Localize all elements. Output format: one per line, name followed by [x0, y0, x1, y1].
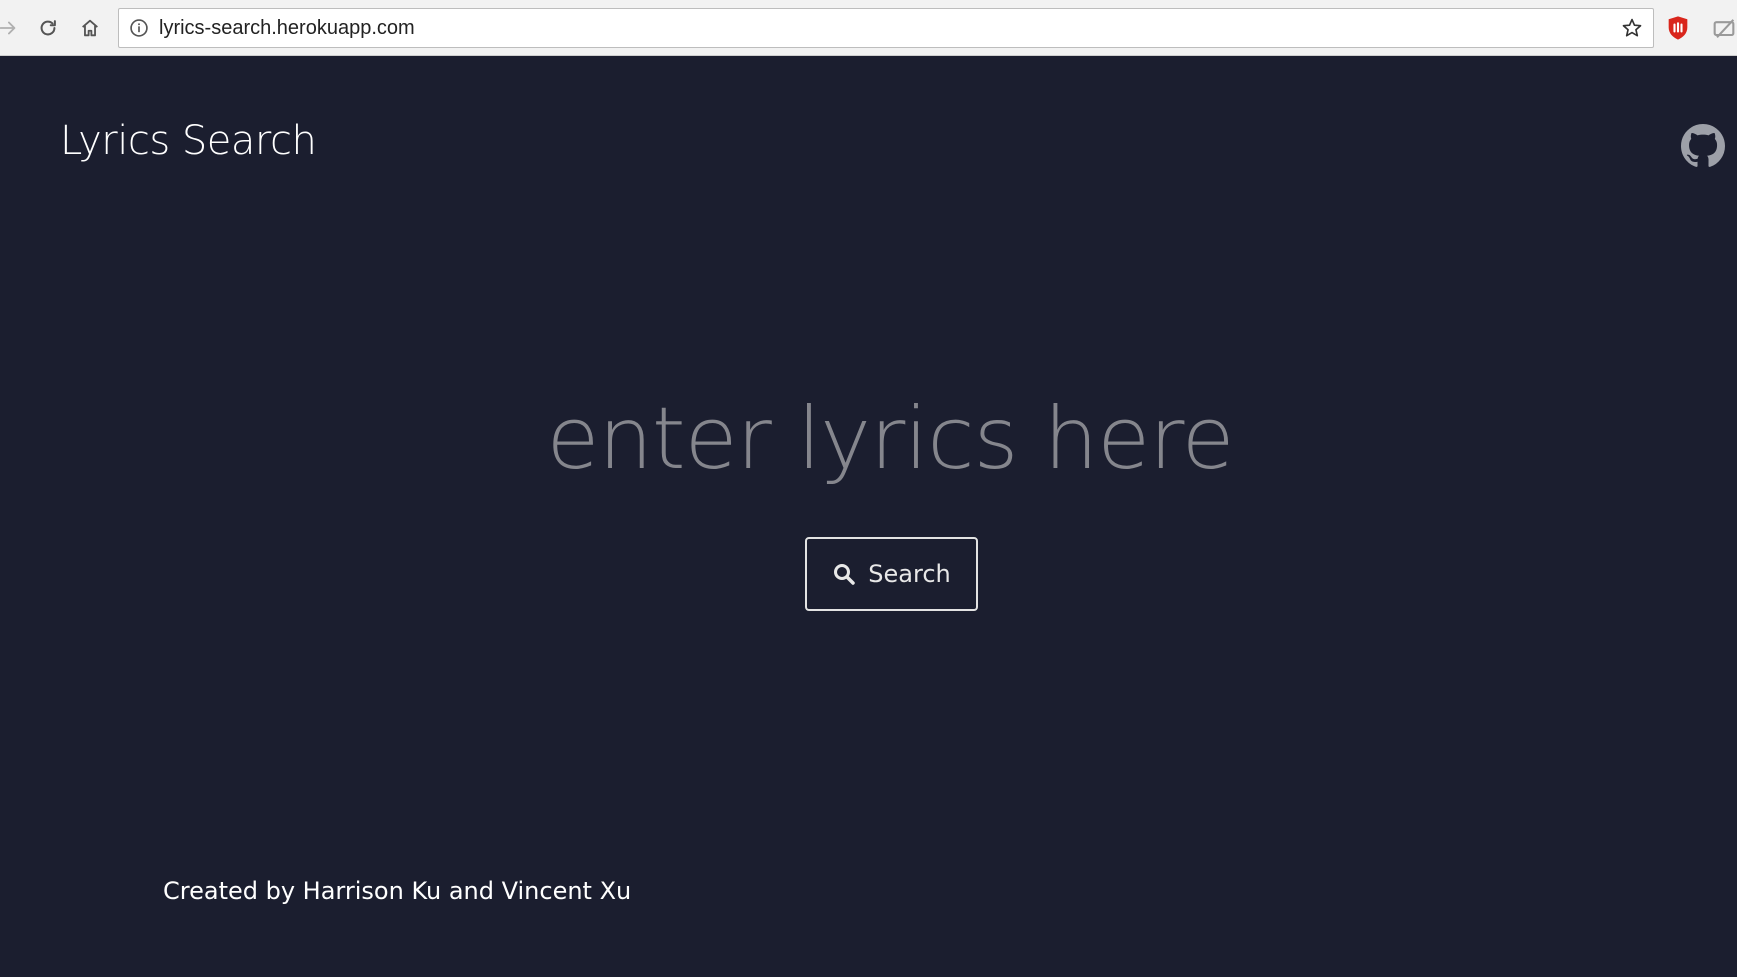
lyrics-search-input[interactable] — [468, 378, 1312, 500]
extension-icon[interactable] — [1710, 14, 1737, 42]
info-icon[interactable] — [129, 18, 149, 38]
address-url[interactable]: lyrics-search.herokuapp.com — [159, 17, 415, 40]
github-icon[interactable] — [1681, 124, 1725, 168]
ublock-icon[interactable] — [1664, 14, 1692, 42]
home-icon[interactable] — [76, 14, 104, 42]
star-icon[interactable] — [1621, 17, 1643, 39]
page-title: Lyrics Search — [60, 118, 317, 164]
address-bar[interactable]: lyrics-search.herokuapp.com — [118, 8, 1654, 48]
search-button-label: Search — [868, 560, 951, 588]
reload-icon[interactable] — [34, 14, 62, 42]
back-arrow-icon[interactable] — [0, 14, 22, 42]
search-icon — [834, 564, 856, 585]
search-button[interactable]: Search — [805, 537, 978, 611]
footer-credit: Created by Harrison Ku and Vincent Xu — [163, 877, 632, 905]
browser-toolbar: lyrics-search.herokuapp.com — [0, 0, 1737, 56]
